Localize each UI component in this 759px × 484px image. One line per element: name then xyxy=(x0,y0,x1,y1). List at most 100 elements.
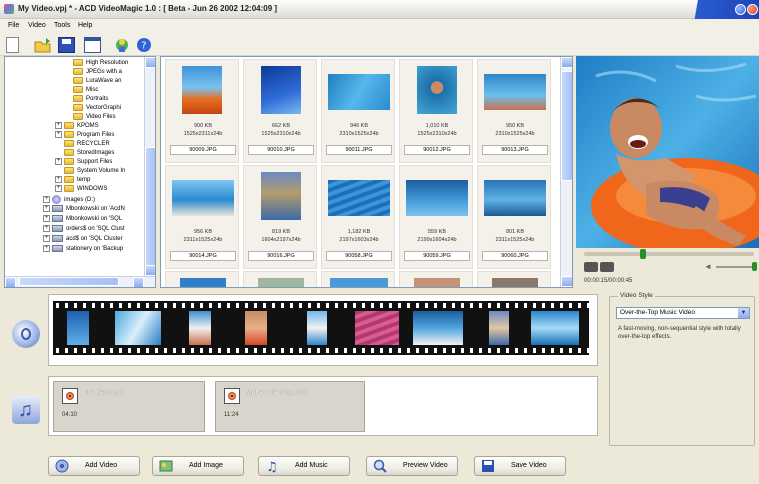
thumbnail-card[interactable]: 662 KB 1525x2310x24b 90010.JPG xyxy=(243,59,317,163)
scroll-up-arrow[interactable] xyxy=(145,57,155,68)
video-track[interactable] xyxy=(48,294,598,366)
tree-item[interactable]: Video Files xyxy=(73,113,116,122)
scroll-up-arrow[interactable] xyxy=(561,57,572,68)
audio-track[interactable]: The Band.mp3 04:10 My Favorite Song.mp3 … xyxy=(48,376,598,436)
video-style-select[interactable]: Over-the-Top Music Video ▼ xyxy=(616,307,750,319)
menu-file[interactable]: File xyxy=(8,22,19,29)
expand-icon[interactable]: + xyxy=(43,215,50,222)
filmstrip[interactable] xyxy=(53,301,589,355)
tree-item[interactable]: System Volume In xyxy=(64,167,125,176)
play-button[interactable] xyxy=(584,262,598,272)
stop-button[interactable] xyxy=(600,262,614,272)
film-frame[interactable] xyxy=(67,311,89,345)
help-icon[interactable]: ? xyxy=(136,37,153,53)
volume-slider[interactable] xyxy=(716,266,754,268)
open-folder-icon[interactable] xyxy=(34,37,51,53)
thumbnail-card[interactable] xyxy=(165,271,239,287)
tree-item[interactable]: + KPOMS xyxy=(55,122,99,131)
thumbnail-card[interactable] xyxy=(399,271,473,287)
acd-globe-icon[interactable] xyxy=(114,37,131,53)
film-frame[interactable] xyxy=(489,311,509,345)
tree-vertical-scrollbar[interactable] xyxy=(144,57,155,287)
save-icon[interactable] xyxy=(58,37,75,53)
thumbnail-card[interactable]: 559 KB 2199x1604x24b 90059.JPG xyxy=(399,165,473,269)
preview-video-button[interactable]: Preview Video xyxy=(366,456,458,476)
tree-item[interactable]: + acd$ on 'SQL Cluster xyxy=(43,235,123,244)
tree-item[interactable]: + images (D:) xyxy=(43,195,95,204)
scroll-thumb[interactable] xyxy=(19,277,119,286)
film-frame[interactable] xyxy=(413,311,463,345)
film-frame[interactable] xyxy=(189,311,211,345)
tree-item[interactable]: StoredImages xyxy=(64,149,114,158)
expand-icon[interactable]: + xyxy=(55,131,62,138)
thumbnail-card[interactable] xyxy=(321,271,395,287)
scroll-thumb[interactable] xyxy=(561,71,572,181)
tree-item[interactable]: Portraits xyxy=(73,95,108,104)
film-frame[interactable] xyxy=(531,311,579,345)
minimize-icon[interactable] xyxy=(735,4,746,15)
tree-item[interactable]: RECYCLER xyxy=(64,140,110,149)
tree-item[interactable]: + WINDOWS xyxy=(55,185,107,194)
expand-icon[interactable]: + xyxy=(43,225,50,232)
thumbnail-card[interactable]: 1,010 KB 1525x2310x24b 90012.JPG xyxy=(399,59,473,163)
scroll-down-arrow[interactable] xyxy=(561,276,572,287)
volume-knob[interactable] xyxy=(752,262,757,271)
tree-item[interactable]: JPEGs with a xyxy=(73,68,122,77)
expand-icon[interactable]: + xyxy=(43,196,50,203)
thumbnail-card[interactable] xyxy=(477,271,551,287)
thumbnail-card[interactable]: 819 KB 1604x2197x24b 90016.JPG xyxy=(243,165,317,269)
window-icon[interactable] xyxy=(84,37,101,53)
tree-item[interactable]: + Program Files xyxy=(55,131,114,140)
thumbnail-card[interactable]: 956 KB 2311x1525x24b 90014.JPG xyxy=(165,165,239,269)
scroll-right-arrow[interactable] xyxy=(133,277,144,287)
tree-item[interactable]: + Support Files xyxy=(55,158,112,167)
close-icon[interactable] xyxy=(747,4,758,15)
thumbnail-card[interactable] xyxy=(243,271,317,287)
film-frame[interactable] xyxy=(307,311,327,345)
save-video-button[interactable]: Save Video xyxy=(474,456,566,476)
audio-clip[interactable]: The Band.mp3 04:10 xyxy=(53,381,205,432)
tree-item[interactable]: LuraWave an xyxy=(73,77,121,86)
thumbnail-card[interactable]: 801 KB 2311x1525x24b 90060.JPG xyxy=(477,165,551,269)
scroll-thumb[interactable] xyxy=(145,147,155,267)
seek-bar[interactable] xyxy=(584,252,754,256)
tree-item[interactable]: Misc xyxy=(73,86,98,95)
menu-video[interactable]: Video xyxy=(28,22,46,29)
thumbnail-grid[interactable]: 900 KB 1525x2311x24b 90009.JPG 662 KB 15… xyxy=(160,56,573,288)
thumbnail-card[interactable]: 1,182 KB 2197x1603x24b 90058.JPG xyxy=(321,165,395,269)
expand-icon[interactable]: + xyxy=(43,235,50,242)
expand-icon[interactable]: + xyxy=(55,176,62,183)
expand-icon[interactable]: + xyxy=(55,158,62,165)
expand-icon[interactable]: + xyxy=(55,122,62,129)
menu-help[interactable]: Help xyxy=(78,22,92,29)
thumbnail-card[interactable]: 900 KB 1525x2311x24b 90009.JPG xyxy=(165,59,239,163)
add-video-button[interactable]: Add Video xyxy=(48,456,140,476)
tree-horizontal-scrollbar[interactable] xyxy=(5,276,155,287)
add-image-button[interactable]: Add Image xyxy=(152,456,244,476)
chevron-down-icon[interactable]: ▼ xyxy=(738,308,749,318)
seek-knob[interactable] xyxy=(640,249,646,259)
folder-tree[interactable]: High Resolution JPEGs with a LuraWave an… xyxy=(4,56,156,288)
add-music-button[interactable]: ♫ Add Music xyxy=(258,456,350,476)
tree-item[interactable]: + temp xyxy=(55,176,90,185)
menu-tools[interactable]: Tools xyxy=(54,22,70,29)
thumbnail-card[interactable]: 950 KB 2310x1525x24b 90013.JPG xyxy=(477,59,551,163)
grid-vertical-scrollbar[interactable] xyxy=(560,57,572,287)
thumbnail-card[interactable]: 946 KB 2310x1525x24b 90011.JPG xyxy=(321,59,395,163)
expand-icon[interactable]: + xyxy=(55,185,62,192)
new-file-icon[interactable] xyxy=(6,37,19,53)
scroll-left-arrow[interactable] xyxy=(5,277,16,287)
film-frame[interactable] xyxy=(355,311,399,345)
expand-icon[interactable]: + xyxy=(43,205,50,212)
expand-icon[interactable]: + xyxy=(43,245,50,252)
scroll-down-arrow[interactable] xyxy=(145,265,155,276)
tree-item[interactable]: High Resolution xyxy=(73,59,128,68)
tree-item[interactable]: + Mbonkowski on 'SQL xyxy=(43,215,122,224)
tree-item[interactable]: + Mbonkowski on 'AcdN xyxy=(43,205,125,214)
audio-clip[interactable]: My Favorite Song.mp3 11:24 xyxy=(215,381,365,432)
film-frame[interactable] xyxy=(245,311,267,345)
tree-item[interactable]: + orders$ on 'SQL Clust xyxy=(43,225,125,234)
tree-item[interactable]: VectorGraphi xyxy=(73,104,121,113)
film-frame[interactable] xyxy=(115,311,161,345)
tree-item[interactable]: + stationery on 'Backup xyxy=(43,245,123,254)
